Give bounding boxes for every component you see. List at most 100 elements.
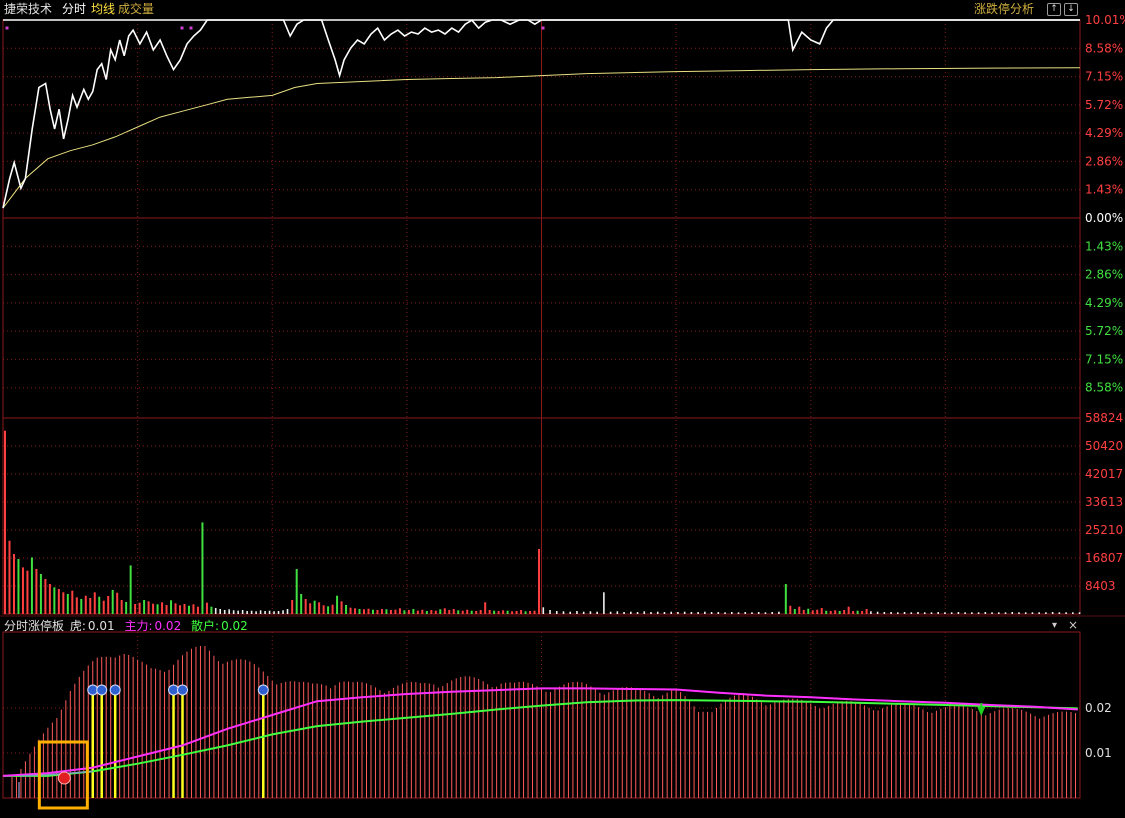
volume-bar	[367, 608, 370, 614]
volume-bar	[363, 609, 365, 614]
volume-bar	[4, 430, 6, 614]
volume-bar	[784, 584, 787, 614]
volume-bar	[147, 601, 150, 614]
volume-bar	[75, 597, 78, 614]
volume-bar	[670, 611, 672, 614]
axis-labels: 10.01% 8.58% 7.15% 5.72% 4.29% 2.86% 1.43% 0.00…	[1085, 13, 1125, 760]
limit-analysis-link[interactable]: 涨跌停分析	[974, 0, 1034, 18]
price-axis-label-up: 7.15%	[1085, 70, 1123, 84]
price-axis-label-down: 8.58%	[1085, 381, 1123, 395]
volume-bar	[44, 579, 47, 614]
volume-bar	[1072, 612, 1074, 614]
volume-bar	[569, 611, 572, 614]
volume-bar	[616, 611, 619, 614]
limit-up-ball-icon	[57, 771, 71, 785]
volume-bar	[520, 610, 523, 614]
volume-bar	[1051, 612, 1054, 614]
volume-bar	[1011, 612, 1014, 614]
volume-bar	[870, 611, 872, 614]
close-icon[interactable]: ×	[1068, 618, 1078, 632]
volume-bar	[452, 609, 455, 614]
indicator-axis-label: 0.01	[1085, 746, 1112, 760]
volume-bar	[484, 602, 487, 614]
volume-bar	[793, 609, 796, 614]
volume-bar	[421, 609, 424, 614]
volume-bar	[448, 610, 451, 614]
indicator-header: 分时涨停板 虎: 0.01 主力: 0.02 散户: 0.02	[4, 618, 250, 634]
volume-bar	[971, 612, 973, 614]
volume-bar	[737, 612, 740, 614]
volume-bar	[125, 602, 128, 614]
volume-bar	[596, 611, 598, 614]
indicator-panel	[2, 646, 1078, 810]
volume-bar	[425, 611, 428, 614]
volume-bar	[1024, 612, 1027, 614]
tab-volume[interactable]: 成交量	[118, 0, 154, 18]
volume-bar	[35, 569, 38, 614]
volume-bar	[277, 611, 280, 614]
volume-bar	[1038, 612, 1040, 614]
volume-bar	[286, 609, 289, 614]
volume-bar	[811, 610, 814, 614]
volume-bar	[192, 604, 195, 614]
volume-bar	[250, 610, 253, 614]
volume-bar	[950, 612, 953, 614]
volume-bar	[223, 610, 226, 614]
volume-bar	[865, 609, 868, 614]
volume-bar	[802, 610, 805, 614]
volume-bar	[730, 612, 733, 614]
indicator-title: 分时涨停板	[4, 619, 65, 633]
volume-bar	[816, 609, 819, 614]
chevron-down-icon[interactable]: ▾	[1052, 620, 1057, 631]
volume-bar	[111, 590, 114, 614]
volume-bar	[345, 605, 348, 614]
volume-bar	[589, 611, 592, 614]
volume-axis-label: 58824	[1085, 411, 1123, 425]
volume-bar	[120, 600, 123, 614]
volume-bar	[71, 590, 74, 614]
volume-bar	[237, 610, 239, 614]
price-axis-label-up: 1.43%	[1085, 183, 1123, 197]
volume-bar	[138, 602, 141, 614]
volume-bar	[309, 603, 312, 614]
tab-average-line[interactable]: 均线	[91, 0, 115, 18]
price-axis-label-up: 10.01%	[1085, 13, 1125, 27]
volume-bar	[62, 592, 65, 614]
volume-bar	[710, 612, 713, 614]
price-axis-label-up: 4.29%	[1085, 126, 1123, 140]
volume-bar	[984, 612, 987, 614]
signal-icon	[96, 684, 108, 696]
volume-bar	[354, 608, 357, 614]
volume-bar	[937, 612, 939, 614]
volume-bar	[443, 608, 446, 614]
volume-bar	[340, 601, 343, 614]
tab-timeshare[interactable]: 分时	[62, 0, 86, 18]
volume-bar	[295, 569, 298, 614]
main-force-value: 0.02	[154, 619, 182, 633]
volume-bar	[957, 612, 960, 614]
volume-panel	[4, 430, 1081, 614]
volume-bar	[834, 610, 837, 614]
volume-bar	[502, 610, 505, 614]
volume-bar	[897, 612, 899, 614]
volume-bar	[511, 611, 514, 614]
tiger-value: 0.01	[87, 619, 115, 633]
price-axis-label-down: 5.72%	[1085, 324, 1123, 338]
price-axis-label-up: 2.86%	[1085, 154, 1123, 168]
volume-bar	[1065, 612, 1067, 614]
volume-bar	[843, 610, 846, 614]
volume-bar	[187, 605, 190, 614]
pin-down-button[interactable]: ↓	[1064, 3, 1078, 16]
volume-bar	[690, 612, 693, 614]
volume-bar	[407, 610, 410, 614]
volume-bar	[313, 600, 316, 614]
volume-bar	[542, 607, 545, 614]
volume-bar	[807, 608, 810, 614]
volume-bar	[515, 611, 518, 614]
price-axis-label-zero: 0.00%	[1085, 211, 1123, 225]
volume-bar	[744, 612, 747, 614]
pin-up-button[interactable]: ↑	[1047, 3, 1061, 16]
timeshare-chart: 10.01% 8.58% 7.15% 5.72% 4.29% 2.86% 1.43% 0.00…	[0, 13, 1125, 810]
volume-bar	[17, 559, 20, 614]
volume-bar	[497, 611, 500, 614]
